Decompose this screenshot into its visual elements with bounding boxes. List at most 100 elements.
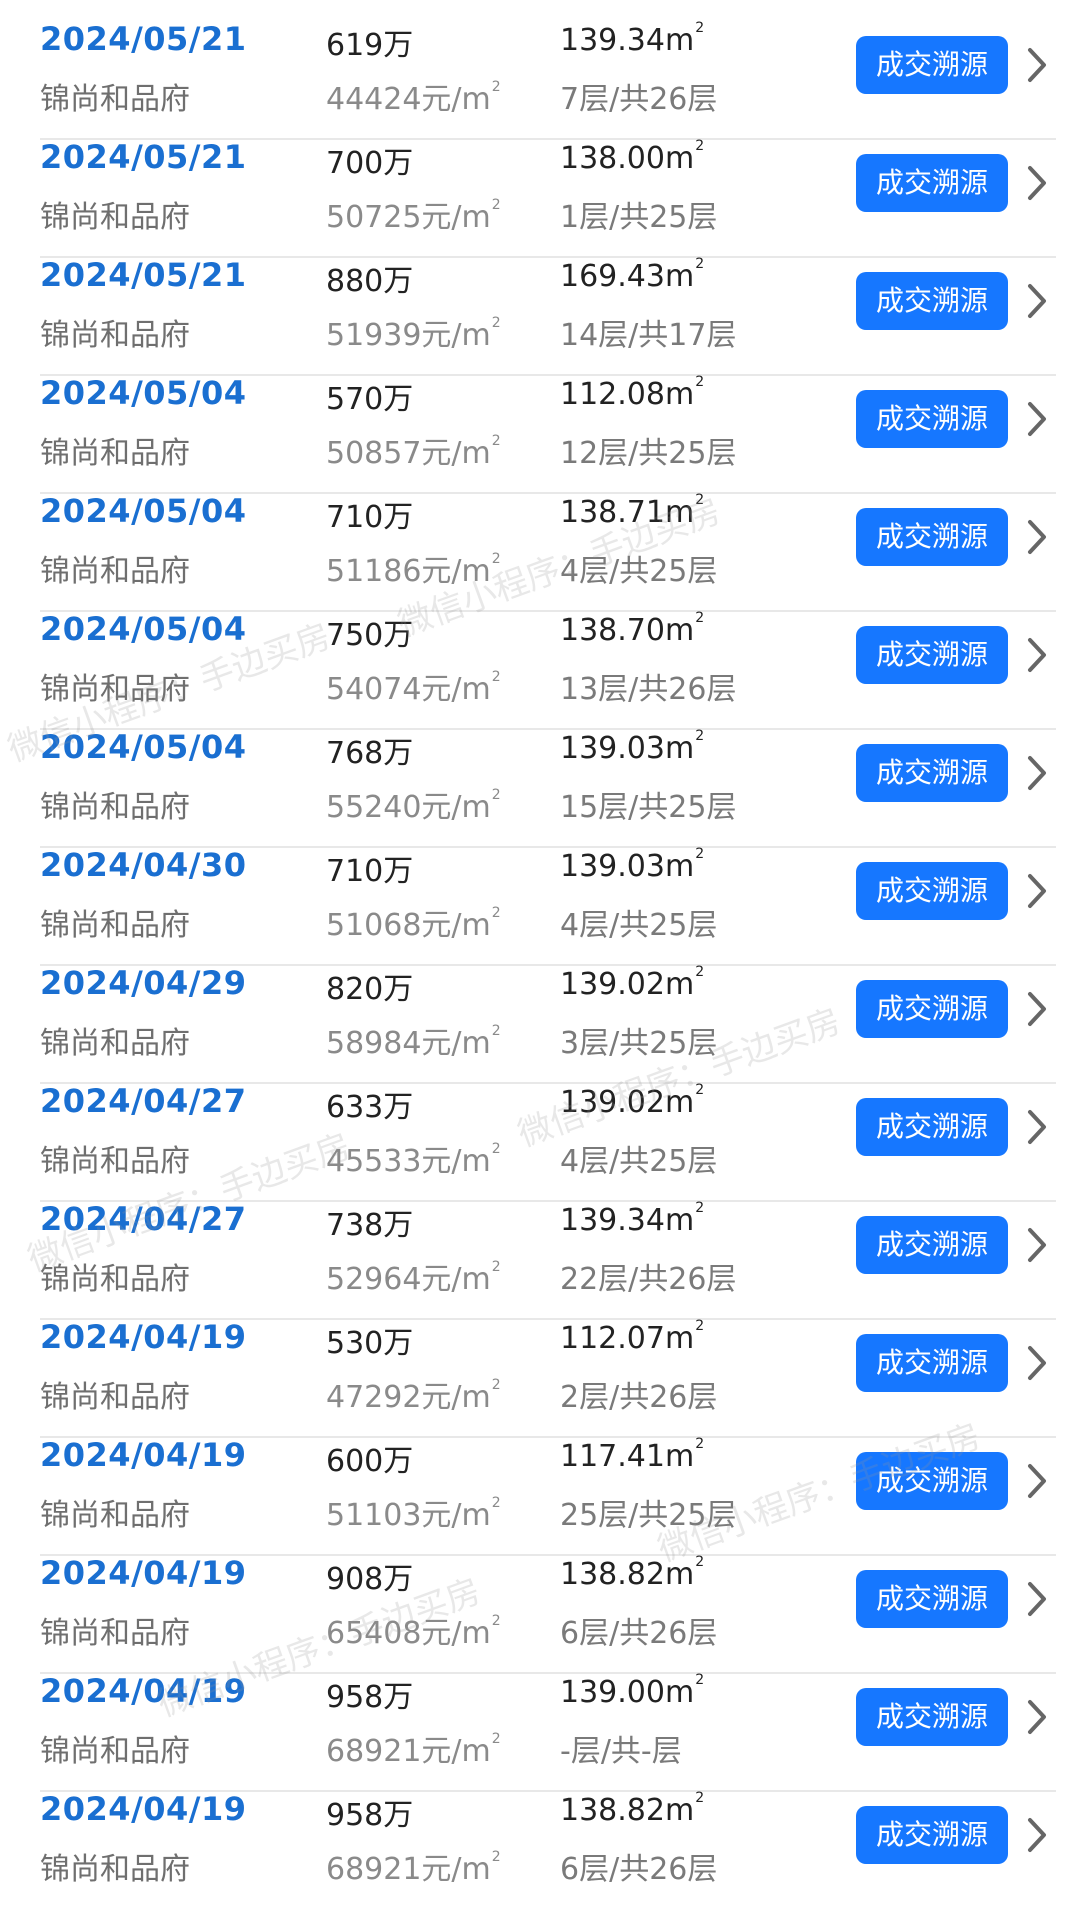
unit-price: 65408元/m2	[326, 1613, 501, 1651]
list-item: 2024/04/19 锦尚和品府 958万 68921元/m2 138.82m2…	[40, 1790, 1056, 1910]
area: 112.07m2	[560, 1318, 705, 1356]
chevron-right-icon[interactable]	[1022, 1342, 1052, 1384]
area: 117.41m2	[560, 1436, 705, 1474]
area: 139.02m2	[560, 964, 705, 1002]
trace-deal-button[interactable]: 成交溯源	[856, 744, 1008, 802]
trace-deal-button[interactable]: 成交溯源	[856, 272, 1008, 330]
community-name: 锦尚和品府	[40, 1852, 190, 1887]
list-item: 2024/04/19 锦尚和品府 908万 65408元/m2 138.82m2…	[40, 1554, 1056, 1674]
area: 138.00m2	[560, 138, 705, 176]
trace-deal-button[interactable]: 成交溯源	[856, 390, 1008, 448]
trace-deal-button[interactable]: 成交溯源	[856, 862, 1008, 920]
trace-deal-button[interactable]: 成交溯源	[856, 1216, 1008, 1274]
trace-deal-button[interactable]: 成交溯源	[856, 1334, 1008, 1392]
chevron-right-icon[interactable]	[1022, 398, 1052, 440]
area: 139.34m2	[560, 20, 705, 58]
trace-deal-button[interactable]: 成交溯源	[856, 980, 1008, 1038]
unit-price: 47292元/m2	[326, 1377, 501, 1415]
chevron-right-icon[interactable]	[1022, 1696, 1052, 1738]
chevron-right-icon[interactable]	[1022, 1224, 1052, 1266]
list-item: 2024/04/29 锦尚和品府 820万 58984元/m2 139.02m2…	[40, 964, 1056, 1084]
community-name: 锦尚和品府	[40, 436, 190, 471]
chevron-right-icon[interactable]	[1022, 752, 1052, 794]
chevron-right-icon[interactable]	[1022, 44, 1052, 86]
deal-date: 2024/05/21	[40, 138, 247, 176]
total-price: 700万	[326, 146, 414, 181]
deal-date: 2024/04/29	[40, 964, 247, 1002]
community-name: 锦尚和品府	[40, 318, 190, 353]
floor-info: 4层/共25层	[560, 554, 718, 589]
list-item: 2024/05/21 锦尚和品府 700万 50725元/m2 138.00m2…	[40, 138, 1056, 258]
community-name: 锦尚和品府	[40, 1380, 190, 1415]
chevron-right-icon[interactable]	[1022, 1460, 1052, 1502]
total-price: 958万	[326, 1798, 414, 1833]
area: 139.00m2	[560, 1672, 705, 1710]
area: 112.08m2	[560, 374, 705, 412]
unit-price: 68921元/m2	[326, 1849, 501, 1887]
list-item: 2024/05/21 锦尚和品府 619万 44424元/m2 139.34m2…	[40, 20, 1056, 140]
unit-price: 68921元/m2	[326, 1731, 501, 1769]
deal-date: 2024/05/04	[40, 492, 247, 530]
total-price: 710万	[326, 854, 414, 889]
floor-info: 6层/共26层	[560, 1616, 718, 1651]
unit-price: 45533元/m2	[326, 1141, 501, 1179]
floor-info: 15层/共25层	[560, 790, 737, 825]
chevron-right-icon[interactable]	[1022, 1578, 1052, 1620]
chevron-right-icon[interactable]	[1022, 634, 1052, 676]
area: 139.03m2	[560, 846, 705, 884]
community-name: 锦尚和品府	[40, 790, 190, 825]
deal-date: 2024/04/19	[40, 1672, 247, 1710]
deal-date: 2024/05/21	[40, 256, 247, 294]
list-item: 2024/05/04 锦尚和品府 768万 55240元/m2 139.03m2…	[40, 728, 1056, 848]
floor-info: 22层/共26层	[560, 1262, 737, 1297]
trace-deal-button[interactable]: 成交溯源	[856, 1806, 1008, 1864]
total-price: 738万	[326, 1208, 414, 1243]
floor-info: 4层/共25层	[560, 908, 718, 943]
floor-info: 2层/共26层	[560, 1380, 718, 1415]
community-name: 锦尚和品府	[40, 1734, 190, 1769]
trace-deal-button[interactable]: 成交溯源	[856, 1570, 1008, 1628]
chevron-right-icon[interactable]	[1022, 516, 1052, 558]
community-name: 锦尚和品府	[40, 200, 190, 235]
chevron-right-icon[interactable]	[1022, 870, 1052, 912]
deal-date: 2024/05/21	[40, 20, 247, 58]
trace-deal-button[interactable]: 成交溯源	[856, 1098, 1008, 1156]
floor-info: 1层/共25层	[560, 200, 718, 235]
trace-deal-button[interactable]: 成交溯源	[856, 36, 1008, 94]
total-price: 530万	[326, 1326, 414, 1361]
list-item: 2024/05/04 锦尚和品府 570万 50857元/m2 112.08m2…	[40, 374, 1056, 494]
list-item: 2024/04/19 锦尚和品府 958万 68921元/m2 139.00m2…	[40, 1672, 1056, 1792]
transaction-list: 2024/05/21 锦尚和品府 619万 44424元/m2 139.34m2…	[0, 0, 1080, 1895]
unit-price: 51939元/m2	[326, 315, 501, 353]
list-item: 2024/04/19 锦尚和品府 600万 51103元/m2 117.41m2…	[40, 1436, 1056, 1556]
list-item: 2024/04/27 锦尚和品府 738万 52964元/m2 139.34m2…	[40, 1200, 1056, 1320]
chevron-right-icon[interactable]	[1022, 280, 1052, 322]
trace-deal-button[interactable]: 成交溯源	[856, 154, 1008, 212]
area: 139.02m2	[560, 1082, 705, 1120]
trace-deal-button[interactable]: 成交溯源	[856, 1452, 1008, 1510]
total-price: 570万	[326, 382, 414, 417]
chevron-right-icon[interactable]	[1022, 162, 1052, 204]
community-name: 锦尚和品府	[40, 82, 190, 117]
floor-info: 7层/共26层	[560, 82, 718, 117]
list-item: 2024/05/04 锦尚和品府 710万 51186元/m2 138.71m2…	[40, 492, 1056, 612]
unit-price: 58984元/m2	[326, 1023, 501, 1061]
community-name: 锦尚和品府	[40, 908, 190, 943]
chevron-right-icon[interactable]	[1022, 1106, 1052, 1148]
trace-deal-button[interactable]: 成交溯源	[856, 1688, 1008, 1746]
chevron-right-icon[interactable]	[1022, 988, 1052, 1030]
trace-deal-button[interactable]: 成交溯源	[856, 626, 1008, 684]
area: 138.71m2	[560, 492, 705, 530]
total-price: 958万	[326, 1680, 414, 1715]
deal-date: 2024/05/04	[40, 610, 247, 648]
chevron-right-icon[interactable]	[1022, 1814, 1052, 1856]
trace-deal-button[interactable]: 成交溯源	[856, 508, 1008, 566]
area: 139.34m2	[560, 1200, 705, 1238]
list-item: 2024/04/30 锦尚和品府 710万 51068元/m2 139.03m2…	[40, 846, 1056, 966]
total-price: 750万	[326, 618, 414, 653]
floor-info: -层/共-层	[560, 1734, 682, 1769]
community-name: 锦尚和品府	[40, 1262, 190, 1297]
total-price: 600万	[326, 1444, 414, 1479]
unit-price: 50857元/m2	[326, 433, 501, 471]
floor-info: 4层/共25层	[560, 1144, 718, 1179]
